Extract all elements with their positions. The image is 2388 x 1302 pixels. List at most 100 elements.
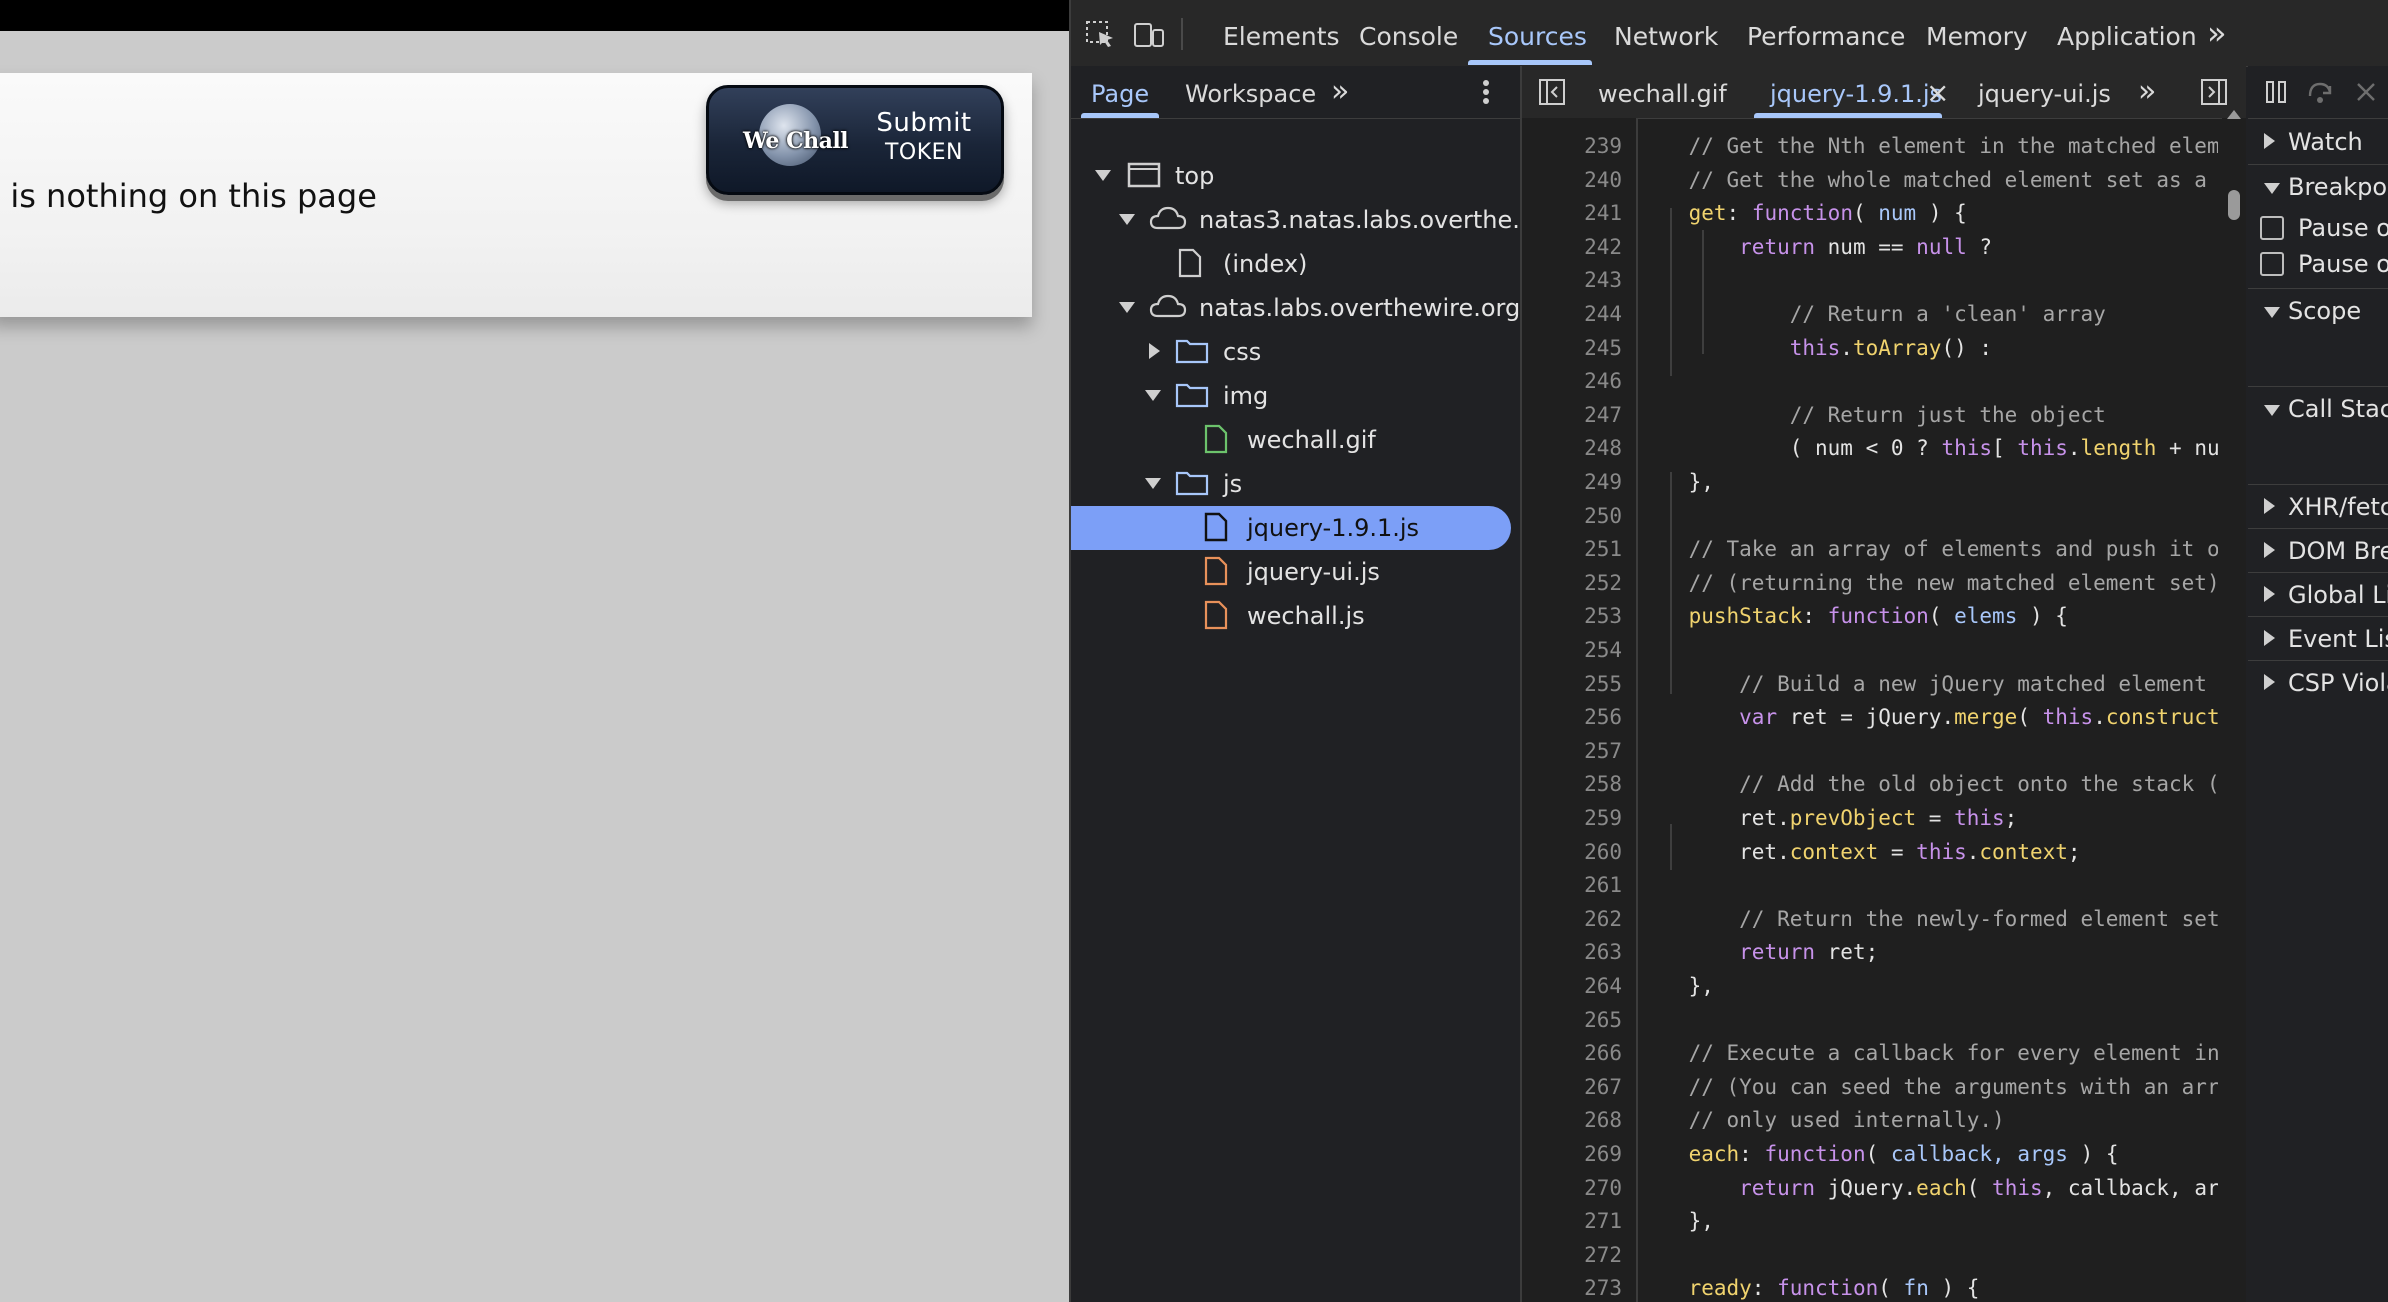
line-number[interactable]: 256 <box>1584 705 1622 729</box>
tree-item-js-folder[interactable]: js <box>1071 462 1520 506</box>
device-toolbar-icon[interactable] <box>1133 20 1165 48</box>
section-scope[interactable]: Scope <box>2248 288 2388 333</box>
inspect-element-icon[interactable] <box>1085 20 1117 48</box>
line-number[interactable]: 272 <box>1584 1243 1622 1267</box>
tree-item-index[interactable]: (index) <box>1071 242 1520 286</box>
section-event-listener-breakpoints[interactable]: Event Listener Breakpoints <box>2248 616 2388 661</box>
expand-arrow-icon[interactable] <box>2264 405 2280 416</box>
line-number[interactable]: 245 <box>1584 336 1622 360</box>
line-number[interactable]: 257 <box>1584 739 1622 763</box>
line-number[interactable]: 248 <box>1584 436 1622 460</box>
pause-caught-checkbox[interactable] <box>2260 252 2284 276</box>
collapse-arrow-icon[interactable] <box>2264 674 2275 690</box>
line-number[interactable]: 249 <box>1584 470 1622 494</box>
tab-console[interactable]: Console <box>1359 22 1458 51</box>
navtab-workspace[interactable]: Workspace <box>1185 80 1316 108</box>
line-number[interactable]: 252 <box>1584 571 1622 595</box>
editor-tab-jquery-ui[interactable]: jquery-ui.js <box>1978 80 2111 108</box>
expand-arrow-icon[interactable] <box>1095 170 1111 181</box>
toggle-navigator-icon[interactable] <box>1538 78 1566 106</box>
editor-tab-jquery-1-9-1[interactable]: jquery-1.9.1.js <box>1770 80 1942 108</box>
collapse-arrow-icon[interactable] <box>1149 343 1160 359</box>
editor-scrollbar[interactable] <box>2222 110 2246 1302</box>
line-number[interactable]: 263 <box>1584 940 1622 964</box>
line-number[interactable]: 271 <box>1584 1209 1622 1233</box>
section-global-listeners[interactable]: Global Listeners <box>2248 572 2388 617</box>
tree-item-top[interactable]: top <box>1071 154 1520 198</box>
pause-script-icon[interactable] <box>2264 78 2288 106</box>
step-into-icon[interactable] <box>2352 78 2380 106</box>
line-number[interactable]: 260 <box>1584 840 1622 864</box>
tab-performance[interactable]: Performance <box>1747 22 1905 51</box>
section-xhr-breakpoints[interactable]: XHR/fetch Breakpoints <box>2248 484 2388 529</box>
section-dom-breakpoints[interactable]: DOM Breakpoints <box>2248 528 2388 573</box>
line-number[interactable]: 262 <box>1584 907 1622 931</box>
step-over-icon[interactable] <box>2306 78 2334 106</box>
section-watch[interactable]: Watch <box>2248 120 2388 164</box>
tree-item-img-folder[interactable]: img <box>1071 374 1520 418</box>
line-number[interactable]: 270 <box>1584 1176 1622 1200</box>
line-number[interactable]: 269 <box>1584 1142 1622 1166</box>
collapse-arrow-icon[interactable] <box>2264 133 2275 149</box>
line-number[interactable]: 266 <box>1584 1041 1622 1065</box>
section-breakpoints[interactable]: Breakpoints <box>2248 164 2388 209</box>
submit-token-button[interactable]: We Chall Submit TOKEN <box>706 85 1004 195</box>
editor-more-tabs-icon[interactable]: » <box>2138 74 2156 109</box>
tree-item-wechall-js[interactable]: wechall.js <box>1071 594 1520 638</box>
scroll-up-arrow-icon[interactable] <box>2227 110 2241 119</box>
line-number[interactable]: 265 <box>1584 1008 1622 1032</box>
expand-arrow-icon[interactable] <box>1119 302 1135 313</box>
line-number[interactable]: 259 <box>1584 806 1622 830</box>
line-number[interactable]: 273 <box>1584 1276 1622 1300</box>
line-number[interactable]: 246 <box>1584 369 1622 393</box>
scroll-thumb[interactable] <box>2228 190 2240 220</box>
tab-application[interactable]: Application <box>2057 22 2197 51</box>
line-number[interactable]: 240 <box>1584 168 1622 192</box>
expand-arrow-icon[interactable] <box>1145 478 1161 489</box>
navigator-menu-icon[interactable] <box>1481 78 1491 106</box>
navigator-more-icon[interactable]: » <box>1331 74 1349 109</box>
expand-arrow-icon[interactable] <box>1145 390 1161 401</box>
line-number[interactable]: 253 <box>1584 604 1622 628</box>
collapse-arrow-icon[interactable] <box>2264 542 2275 558</box>
line-number[interactable]: 243 <box>1584 268 1622 292</box>
collapse-arrow-icon[interactable] <box>2264 498 2275 514</box>
line-number[interactable]: 239 <box>1584 134 1622 158</box>
line-number[interactable]: 261 <box>1584 873 1622 897</box>
collapse-arrow-icon[interactable] <box>2264 586 2275 602</box>
tab-network[interactable]: Network <box>1614 22 1718 51</box>
line-number[interactable]: 247 <box>1584 403 1622 427</box>
navtab-page[interactable]: Page <box>1091 80 1149 108</box>
line-number[interactable]: 242 <box>1584 235 1622 259</box>
line-number[interactable]: 244 <box>1584 302 1622 326</box>
tree-item-jquery-ui[interactable]: jquery-ui.js <box>1071 550 1520 594</box>
pause-uncaught-checkbox[interactable] <box>2260 216 2284 240</box>
collapse-arrow-icon[interactable] <box>2264 630 2275 646</box>
line-number[interactable]: 255 <box>1584 672 1622 696</box>
editor-tab-wechall-gif[interactable]: wechall.gif <box>1598 80 1727 108</box>
tree-item-natas3-domain[interactable]: natas3.natas.labs.overthe... <box>1071 198 1535 242</box>
line-number[interactable]: 241 <box>1584 201 1622 225</box>
more-tabs-icon[interactable]: » <box>2207 14 2227 52</box>
tree-item-wechall-gif[interactable]: wechall.gif <box>1071 418 1520 462</box>
code-area[interactable]: // Get the Nth element in the matched el… <box>1638 118 2218 1302</box>
section-call-stack[interactable]: Call Stack <box>2248 386 2388 431</box>
tree-item-css-folder[interactable]: css <box>1071 330 1520 374</box>
expand-arrow-icon[interactable] <box>2264 307 2280 318</box>
line-number[interactable]: 251 <box>1584 537 1622 561</box>
expand-arrow-icon[interactable] <box>1119 214 1135 225</box>
toggle-debugger-icon[interactable] <box>2200 78 2228 106</box>
close-tab-icon[interactable]: × <box>1926 76 1949 109</box>
line-number[interactable]: 254 <box>1584 638 1622 662</box>
tab-elements[interactable]: Elements <box>1223 22 1340 51</box>
line-number[interactable]: 258 <box>1584 772 1622 796</box>
tree-item-jquery-1-9-1[interactable]: jquery-1.9.1.js <box>1071 506 1520 550</box>
tree-item-natas-domain[interactable]: natas.labs.overthewire.org <box>1071 286 1520 330</box>
tab-sources[interactable]: Sources <box>1488 22 1587 51</box>
line-number[interactable]: 267 <box>1584 1075 1622 1099</box>
section-csp-violation-breakpoints[interactable]: CSP Violation Breakpoints <box>2248 660 2388 705</box>
expand-arrow-icon[interactable] <box>2264 183 2280 194</box>
tab-memory[interactable]: Memory <box>1926 22 2028 51</box>
line-number[interactable]: 250 <box>1584 504 1622 528</box>
line-number[interactable]: 264 <box>1584 974 1622 998</box>
